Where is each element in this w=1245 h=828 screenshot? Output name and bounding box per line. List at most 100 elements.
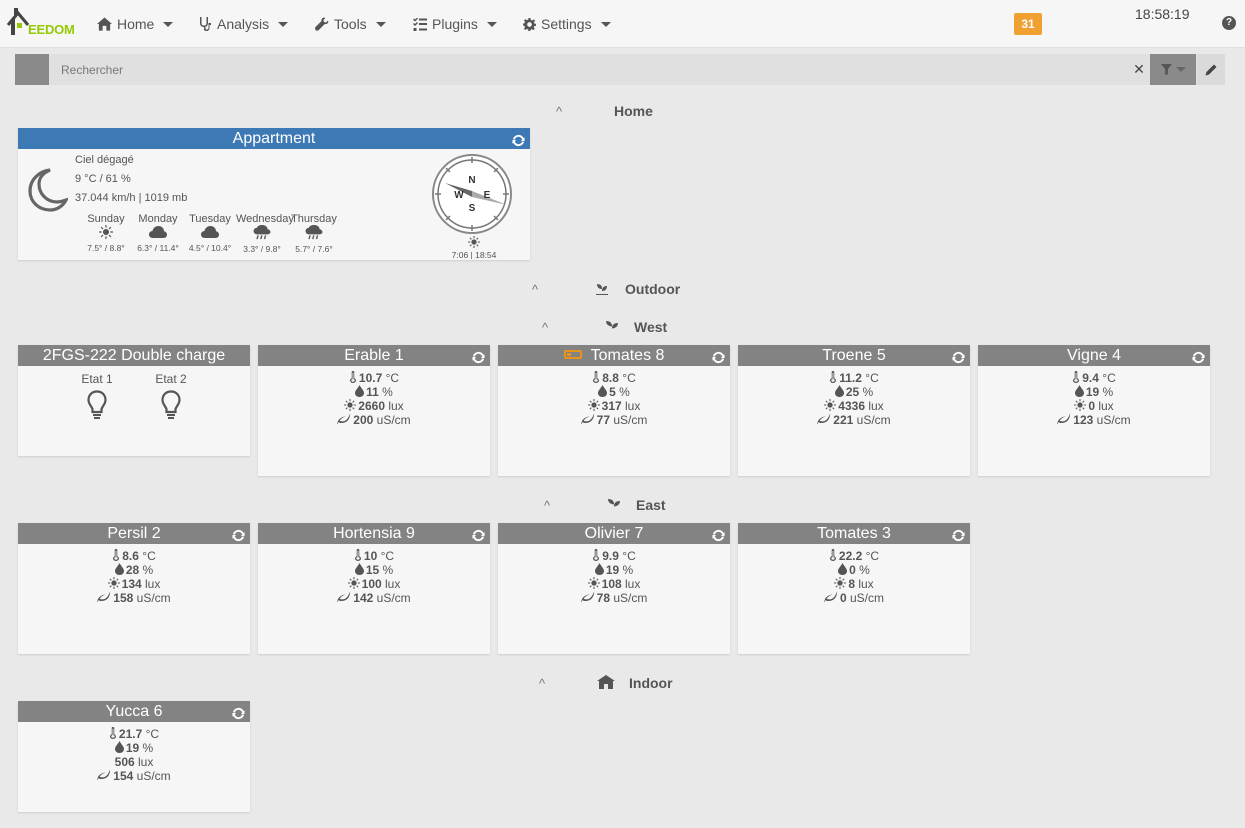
refresh-icon[interactable] [952, 527, 965, 542]
refresh-icon[interactable] [1192, 349, 1205, 364]
section-east: ^ East [0, 495, 1245, 515]
collapse-west-button[interactable]: ^ [542, 320, 548, 335]
filter-button[interactable] [1150, 54, 1196, 85]
plant-measures: 22.2 °C 0 % 8 lux 0 uS/cm [738, 544, 970, 605]
pencil-icon [1205, 64, 1217, 75]
lightbulb-icon [161, 390, 181, 419]
plant-widget-header: Troene 5 [738, 345, 970, 366]
sun-icon [824, 399, 837, 411]
weather-widget-header: Appartment [18, 128, 530, 149]
relay-widget: 2FGS-222 Double charge Etat 1 Etat 2 [18, 345, 250, 456]
section-west-title: West [634, 319, 668, 335]
conductivity-value: 200 [353, 413, 374, 427]
messages-badge[interactable]: 31 [1014, 13, 1042, 35]
clear-search-button[interactable]: ✕ [1129, 54, 1149, 85]
temperature-row: 9.4 °C [978, 371, 1210, 385]
plant-widget-header: Hortensia 9 [258, 523, 490, 544]
humidity-row: 0 % [738, 563, 970, 577]
nav-settings[interactable]: Settings [523, 14, 611, 34]
water-drop-icon [838, 563, 848, 575]
luminosity-value: 134 [121, 577, 142, 591]
luminosity-unit: lux [625, 399, 641, 413]
temperature-value: 22.2 [838, 549, 863, 563]
conductivity-value: 0 [839, 591, 847, 605]
water-drop-icon [598, 385, 608, 397]
search-category-button[interactable] [15, 54, 49, 85]
jeedom-logo[interactable]: EEDOM [6, 5, 78, 39]
conductivity-unit: uS/cm [376, 413, 411, 427]
humidity-row: 15 % [258, 563, 490, 577]
nav-analysis-label: Analysis [217, 16, 270, 32]
luminosity-value: 0 [1088, 399, 1095, 413]
edit-button[interactable] [1197, 54, 1225, 85]
relay-state-1-label: Etat 1 [81, 372, 113, 386]
conductivity-value: 78 [596, 591, 610, 605]
temperature-unit: °C [622, 549, 636, 563]
temperature-unit: °C [865, 549, 880, 563]
filter-icon [1160, 64, 1172, 75]
tasks-icon [413, 17, 427, 31]
plant-widget-title: Olivier 7 [584, 525, 644, 542]
temperature-unit: °C [145, 727, 160, 741]
humidity-row: 19 % [18, 741, 250, 755]
plant-widget-header: Erable 1 [258, 345, 490, 366]
nav-home[interactable]: Home [97, 14, 174, 34]
gear-icon [523, 17, 536, 31]
relay-widget-header: 2FGS-222 Double charge [18, 345, 250, 366]
luminosity-unit: lux [625, 577, 641, 591]
conductivity-unit: uS/cm [850, 591, 885, 605]
conductivity-row: 158 uS/cm [18, 591, 250, 605]
search-input[interactable] [51, 54, 1139, 85]
chevron-down-icon [163, 21, 174, 27]
collapse-outdoor-button[interactable]: ^ [532, 282, 538, 297]
refresh-icon[interactable] [712, 527, 725, 542]
collapse-east-button[interactable]: ^ [544, 498, 550, 513]
help-icon[interactable]: ? [1222, 16, 1236, 30]
luminosity-unit: lux [1098, 399, 1114, 413]
plant-icon [607, 497, 621, 515]
refresh-icon[interactable] [952, 349, 965, 364]
water-drop-icon [114, 563, 124, 575]
rain-icon [253, 225, 271, 240]
nav-analysis[interactable]: Analysis [199, 14, 289, 34]
temperature-row: 8.8 °C [498, 371, 730, 385]
plant-widget-header: Vigne 4 [978, 345, 1210, 366]
leaf-icon [97, 769, 111, 781]
water-drop-icon [355, 385, 365, 397]
refresh-icon[interactable] [232, 527, 245, 542]
luminosity-unit: lux [858, 577, 874, 591]
plant-measures: 21.7 °C 19 % 506 lux 154 uS/cm [18, 722, 250, 783]
humidity-value: 11 [366, 385, 379, 399]
collapse-indoor-button[interactable]: ^ [539, 676, 545, 691]
nav-tools[interactable]: Tools [315, 14, 386, 34]
nav-plugins[interactable]: Plugins [413, 14, 497, 34]
plant-widget-title: Hortensia 9 [333, 525, 415, 542]
humidity-value: 0 [849, 563, 856, 577]
luminosity-row: 134 lux [18, 577, 250, 591]
water-drop-icon [594, 563, 604, 575]
forecast-list: Sunday 7.5° / 8.8° Monday 6.3° / 11.4° T… [80, 213, 340, 254]
plant-measures: 10 °C 15 % 100 lux 142 uS/cm [258, 544, 490, 605]
refresh-icon[interactable] [232, 705, 245, 720]
plant-widget-title: Tomates 3 [817, 525, 891, 542]
temperature-value: 10.7 [358, 371, 383, 385]
collapse-home-button[interactable]: ^ [556, 104, 562, 119]
refresh-icon[interactable] [472, 527, 485, 542]
luminosity-row: 0 lux [978, 399, 1210, 413]
refresh-icon[interactable] [512, 132, 525, 147]
relay-state-2[interactable]: Etat 2 [151, 372, 191, 423]
temperature-value: 11.2 [839, 371, 862, 385]
refresh-icon[interactable] [472, 349, 485, 364]
relay-state-1[interactable]: Etat 1 [77, 372, 117, 423]
sun-icon [468, 236, 480, 248]
temperature-row: 21.7 °C [18, 727, 250, 741]
leaf-icon [1057, 413, 1071, 425]
conductivity-unit: uS/cm [1096, 413, 1131, 427]
temperature-row: 9.9 °C [498, 549, 730, 563]
temperature-value: 21.7 [118, 727, 143, 741]
refresh-icon[interactable] [712, 349, 725, 364]
plant-widget-olivier-7: Olivier 7 9.9 °C 19 % 108 lux 78 uS/cm [498, 523, 730, 654]
humidity-unit: % [382, 385, 393, 399]
conductivity-row: 0 uS/cm [738, 591, 970, 605]
plant-widget-header: Persil 2 [18, 523, 250, 544]
